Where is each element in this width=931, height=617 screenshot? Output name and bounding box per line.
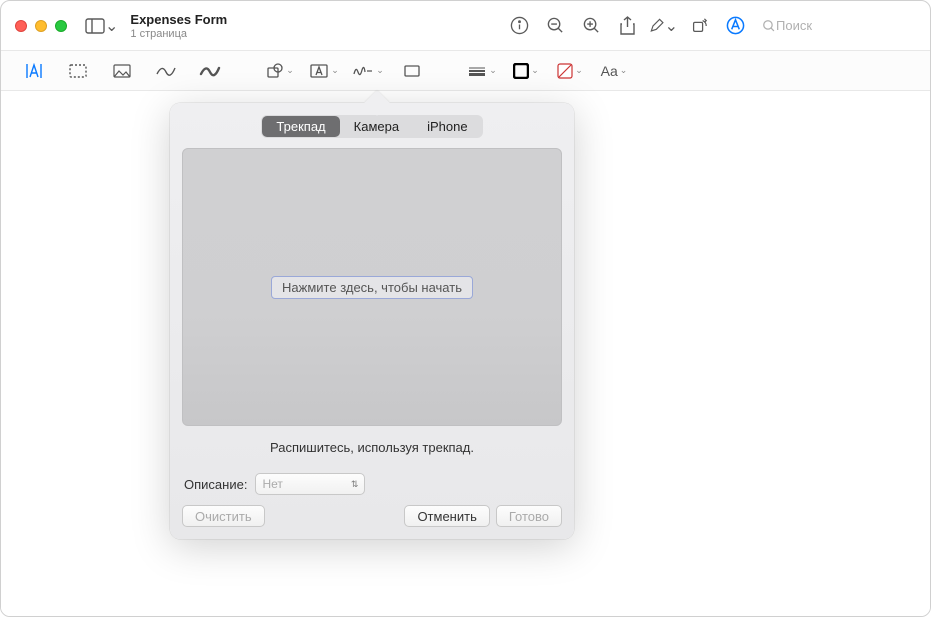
sketch-tool[interactable] [145,58,187,84]
updown-icon: ⇅ [351,479,359,490]
signature-source-tabs: Трекпад Камера iPhone [261,115,482,138]
tab-trackpad[interactable]: Трекпад [262,116,339,137]
signature-draw-area[interactable]: Нажмите здесь, чтобы начать [182,148,562,426]
clear-button[interactable]: Очистить [182,505,265,527]
document-subtitle: 1 страница [130,28,227,40]
text-selection-tool[interactable] [13,58,55,84]
note-tool[interactable] [391,58,433,84]
description-row: Описание: Нет ⇅ [182,473,562,505]
chevron-down-icon: ⌄ [531,65,539,76]
close-window-button[interactable] [15,20,27,32]
stroke-color-menu[interactable]: ⌄ [505,58,547,84]
fill-color-menu[interactable]: ⌄ [549,58,591,84]
description-label: Описание: [184,477,247,492]
zoom-window-button[interactable] [55,20,67,32]
search-input[interactable] [776,18,896,33]
popover-button-row: Очистить Отменить Готово [182,505,562,527]
cancel-button[interactable]: Отменить [404,505,489,527]
description-select[interactable]: Нет ⇅ [255,473,365,495]
window-controls [15,20,67,32]
zoom-in-button[interactable] [576,12,606,40]
text-style-menu[interactable]: Aa ⌄ [593,58,635,84]
titlebar: ⌄ Expenses Form 1 страница ⌄ [1,1,930,51]
info-button[interactable] [504,12,534,40]
signature-instruction: Распишитесь, используя трекпад. [182,440,562,455]
search-icon [762,19,776,33]
markup-toolbar: ⌄ ⌄ ⌄ ⌄ ⌄ ⌄ Aa ⌄ [1,51,930,91]
sign-menu[interactable]: ⌄ [347,58,389,84]
tab-iphone[interactable]: iPhone [413,116,481,137]
preview-window: ⌄ Expenses Form 1 страница ⌄ [0,0,931,617]
chevron-down-icon: ⌄ [489,65,497,76]
chevron-down-icon: ⌄ [286,65,294,76]
draw-tool[interactable] [189,58,231,84]
chevron-down-icon: ⌄ [620,65,628,76]
instant-alpha-tool[interactable] [101,58,143,84]
document-title: Expenses Form [130,12,227,27]
zoom-out-button[interactable] [540,12,570,40]
toolbar-right-group: ⌄ [504,12,916,40]
description-value: Нет [262,477,282,491]
stroke-style-menu[interactable]: ⌄ [461,58,503,84]
share-button[interactable] [612,12,642,40]
tab-camera[interactable]: Камера [340,116,413,137]
shapes-menu[interactable]: ⌄ [259,58,301,84]
rotate-button[interactable] [684,12,714,40]
markup-button[interactable] [720,12,750,40]
signature-popover: Трекпад Камера iPhone Нажмите здесь, что… [170,103,574,539]
highlight-button[interactable]: ⌄ [648,12,678,40]
done-button[interactable]: Готово [496,505,562,527]
rect-selection-tool[interactable] [57,58,99,84]
text-box-tool[interactable]: ⌄ [303,58,345,84]
chevron-down-icon: ⌄ [105,16,118,36]
start-signing-button[interactable]: Нажмите здесь, чтобы начать [271,276,473,299]
chevron-down-icon: ⌄ [376,65,384,76]
search-field[interactable] [756,13,916,39]
minimize-window-button[interactable] [35,20,47,32]
chevron-down-icon: ⌄ [575,65,583,76]
chevron-down-icon: ⌄ [331,65,339,76]
document-title-block: Expenses Form 1 страница [130,12,227,40]
sidebar-toggle-button[interactable]: ⌄ [85,12,118,40]
chevron-down-icon: ⌄ [665,16,678,36]
